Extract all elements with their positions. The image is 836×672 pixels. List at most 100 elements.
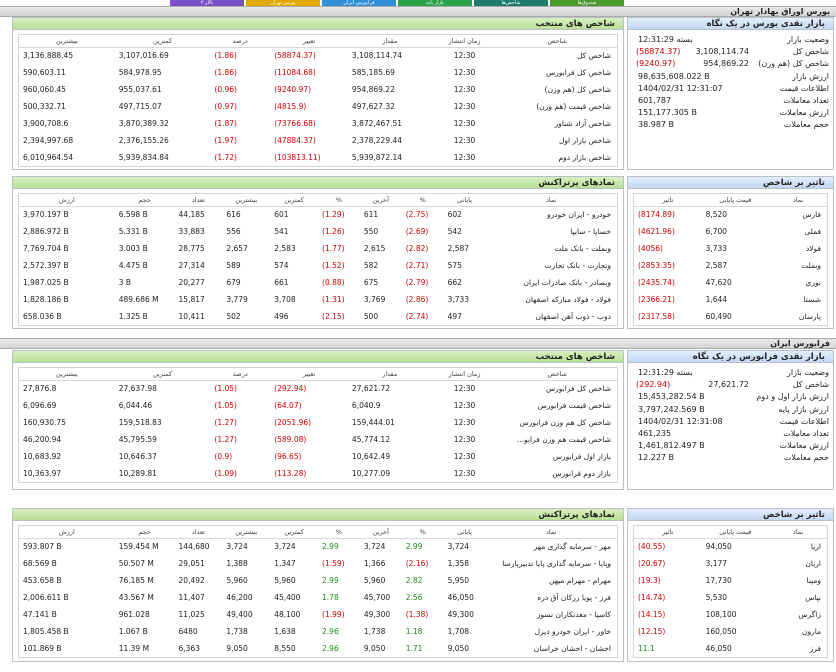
table-row[interactable]: نوری 47,620 (2435.74) — [634, 274, 827, 291]
row-name-cell[interactable]: شستا — [769, 291, 827, 308]
row-name-cell[interactable]: اریا — [769, 538, 827, 555]
table-row[interactable]: فرز 46,050 11.1 — [634, 640, 827, 657]
column-header[interactable]: % — [318, 194, 360, 207]
table-row[interactable]: وبملت 2,587 (2853.35) — [634, 257, 827, 274]
column-header[interactable]: حجم — [114, 194, 175, 207]
column-header[interactable]: آخرین — [359, 526, 402, 539]
row-name-cell[interactable]: پارسان — [769, 308, 827, 325]
table-row[interactable]: شاخص بازار دوم 12:30 5,939,872.14 (103813.1… — [19, 149, 617, 166]
row-name-cell[interactable]: شاخص کل — [497, 47, 617, 64]
row-name-cell[interactable]: شاخص بازار اول — [497, 132, 617, 149]
column-header[interactable]: درصد — [210, 35, 271, 48]
row-name-cell[interactable]: بپاس — [769, 589, 827, 606]
column-header[interactable]: تعداد — [174, 194, 223, 207]
column-header[interactable]: کمترین — [114, 35, 211, 48]
column-header[interactable]: کمترین — [114, 368, 211, 381]
row-name-cell[interactable]: فرز - پویا زرکان آق دره — [485, 589, 617, 606]
column-header[interactable]: تاثیر — [634, 194, 702, 207]
row-name-cell[interactable]: شاخص کل (هم وزن) — [497, 81, 617, 98]
table-row[interactable]: شاخص کل فرابورس 12:30 27,621.72 (292.94) (1.… — [19, 380, 617, 397]
table-row[interactable]: اخشان - اخشان خراسان 9,050 1.71 9,050 2.96 8,… — [19, 640, 617, 657]
table-row[interactable]: پارسان 60,490 (2317.58) — [634, 308, 827, 325]
row-name-cell[interactable]: وتجارت - بانک تجارت — [485, 257, 617, 274]
column-header[interactable]: ارزش — [19, 526, 115, 539]
row-name-cell[interactable]: ومپنا — [769, 572, 827, 589]
column-header[interactable]: کمترین — [270, 194, 319, 207]
row-name-cell[interactable]: شاخص کل فرابورس — [497, 380, 617, 397]
row-name-cell[interactable]: زاگرس — [769, 606, 827, 623]
table-row[interactable]: خودرو - ایران خودرو 602 (2.75) 611 (1.29) 601… — [19, 206, 617, 223]
column-header[interactable]: درصد — [210, 368, 271, 381]
table-row[interactable]: وبصادر - بانک صادرات ایران 662 (2.79) 675 (0… — [19, 274, 617, 291]
row-name-cell[interactable]: شاخص قیمت فرابورس — [497, 397, 617, 414]
column-header[interactable]: بیشترین — [19, 368, 115, 381]
table-row[interactable]: شاخص کل فرابورس 12:30 585,185.69 (11084.68)… — [19, 64, 617, 81]
table-row[interactable]: اریا 94,050 (40.55) — [634, 538, 827, 555]
table-row[interactable]: بپاس 5,530 (14.74) — [634, 589, 827, 606]
table-row[interactable]: مارون 160,050 (12.15) — [634, 623, 827, 640]
table-row[interactable]: شاخص قیمت هم وزن فرابو... 12:30 45,774.12 (… — [19, 431, 617, 448]
table-row[interactable]: فارس 8,520 (8174.89) — [634, 206, 827, 223]
column-header[interactable]: شاخص — [497, 368, 617, 381]
table-row[interactable]: ذوب - ذوب آهن اصفهان 497 (2.74) 500 (2.15) 49… — [19, 308, 617, 325]
table-row[interactable]: فولاد - فولاد مبارکه اصفهان 3,733 (2.86) 3,… — [19, 291, 617, 308]
column-header[interactable]: قیمت پایانی — [701, 194, 770, 207]
table-row[interactable]: مهرام - مهرام میهن 5,950 2.82 5,960 2.99 5,96… — [19, 572, 617, 589]
column-header[interactable]: حجم — [114, 526, 175, 539]
table-row[interactable]: خساپا - سایپا 542 (2.69) 550 (1.26) 541 556 33,… — [19, 223, 617, 240]
row-name-cell[interactable]: مهر - سرمایه گذاری مهر — [485, 538, 617, 555]
row-name-cell[interactable]: مهرام - مهرام میهن — [485, 572, 617, 589]
column-header[interactable]: زمان انتشار — [431, 368, 498, 381]
column-header[interactable]: پایانی — [443, 194, 486, 207]
table-row[interactable]: فملی 6,700 (4621.96) — [634, 223, 827, 240]
row-name-cell[interactable]: شاخص کل هم وزن فرابورس — [497, 414, 617, 431]
table-row[interactable]: وپایا - سرمایه گذاری پایا تدبیرپارسا 1,35… — [19, 555, 617, 572]
row-name-cell[interactable]: شاخص بازار دوم — [497, 149, 617, 166]
table-row[interactable]: شاخص کل (هم وزن) 12:30 954,869.22 (9240.97)… — [19, 81, 617, 98]
column-header[interactable]: قیمت پایانی — [701, 526, 770, 539]
row-name-cell[interactable]: شاخص قیمت (هم وزن) — [497, 98, 617, 115]
row-name-cell[interactable]: وبملت - بانک ملت — [485, 240, 617, 257]
column-header[interactable]: % — [318, 526, 360, 539]
table-row[interactable]: زاگرس 108,100 (14.15) — [634, 606, 827, 623]
table-row[interactable]: مهر - سرمایه گذاری مهر 3,724 2.99 3,724 2.99… — [19, 538, 617, 555]
column-header[interactable]: بیشترین — [222, 194, 271, 207]
table-row[interactable]: شستا 1,644 (2366.21) — [634, 291, 827, 308]
row-name-cell[interactable]: وبصادر - بانک صادرات ایران — [485, 274, 617, 291]
row-name-cell[interactable]: خودرو - ایران خودرو — [485, 206, 617, 223]
column-header[interactable]: تاثیر — [634, 526, 702, 539]
table-row[interactable]: شاخص قیمت فرابورس 12:30 6,040.9 (64.07) (1.0… — [19, 397, 617, 414]
column-header[interactable]: تغییر — [270, 35, 348, 48]
row-name-cell[interactable]: بازار دوم فرابورس — [497, 465, 617, 482]
row-name-cell[interactable]: اخشان - اخشان خراسان — [485, 640, 617, 657]
table-row[interactable]: خاور - ایران خودرو دیزل 1,708 1.18 1,738 2.9… — [19, 623, 617, 640]
row-name-cell[interactable]: کاسپا - معدنکاران نسوز — [485, 606, 617, 623]
row-name-cell[interactable]: مارون — [769, 623, 827, 640]
column-header[interactable]: ارزش — [19, 194, 115, 207]
row-name-cell[interactable]: شاخص کل فرابورس — [497, 64, 617, 81]
row-name-cell[interactable]: اریان — [769, 555, 827, 572]
table-row[interactable]: وبملت - بانک ملت 2,587 (2.82) 2,615 (1.77) 2,… — [19, 240, 617, 257]
column-header[interactable]: % — [401, 194, 444, 207]
row-name-cell[interactable]: فارس — [769, 206, 827, 223]
column-header[interactable]: تغییر — [270, 368, 348, 381]
row-name-cell[interactable]: وبملت — [769, 257, 827, 274]
row-name-cell[interactable]: ذوب - ذوب آهن اصفهان — [485, 308, 617, 325]
row-name-cell[interactable]: بازار اول فرابورس — [497, 448, 617, 465]
table-row[interactable]: بازار اول فرابورس 12:30 10,642.49 (96.65) (0… — [19, 448, 617, 465]
column-header[interactable]: کمترین — [270, 526, 319, 539]
table-row[interactable]: بازار دوم فرابورس 12:30 10,277.09 (113.28) (… — [19, 465, 617, 482]
column-header[interactable]: نماد — [769, 526, 827, 539]
table-row[interactable]: کاسپا - معدنکاران نسوز 49,300 (1.38) 49,300… — [19, 606, 617, 623]
column-header[interactable]: پایانی — [443, 526, 486, 539]
table-row[interactable]: فرز - پویا زرکان آق دره 46,050 2.56 45,700 1… — [19, 589, 617, 606]
column-header[interactable]: تعداد — [174, 526, 223, 539]
column-header[interactable]: نماد — [485, 526, 617, 539]
table-row[interactable]: فولاد 3,733 (4056) — [634, 240, 827, 257]
column-header[interactable]: مقدار — [347, 35, 432, 48]
column-header[interactable]: شاخص — [497, 35, 617, 48]
table-row[interactable]: وتجارت - بانک تجارت 575 (2.71) 582 (1.52) 574… — [19, 257, 617, 274]
row-name-cell[interactable]: خاور - ایران خودرو دیزل — [485, 623, 617, 640]
column-header[interactable]: زمان انتشار — [431, 35, 498, 48]
column-header[interactable]: بیشترین — [222, 526, 271, 539]
